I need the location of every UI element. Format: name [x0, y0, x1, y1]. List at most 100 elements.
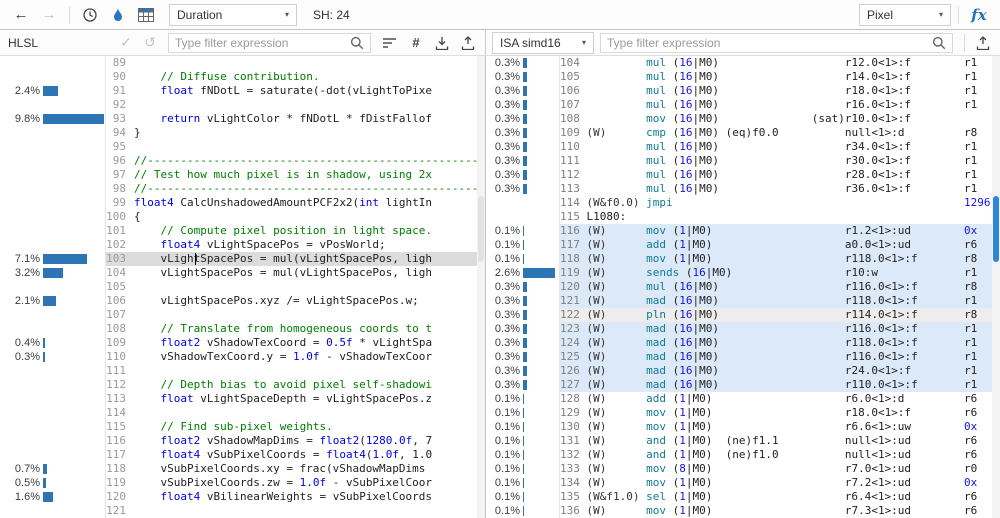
stage-dropdown[interactable]: Pixel ▾ [859, 4, 951, 26]
hlsl-gutter-row [0, 378, 105, 392]
source-line-117[interactable]: 117 float4 vSubPixelCoords = float4(1.0f… [106, 448, 477, 462]
download-button[interactable] [429, 32, 455, 54]
source-line-109[interactable]: 109 float2 vShadowTexCoord = 0.5f * vLig… [106, 336, 477, 350]
sort-lines-button[interactable] [377, 32, 403, 54]
source-line-103[interactable]: 103 vLightSpacePos = mul(vLightSpacePos,… [106, 252, 477, 266]
source-line-97[interactable]: 97// Test how much pixel is in shadow, u… [106, 168, 477, 182]
search-icon[interactable] [344, 32, 370, 54]
isa-line-135[interactable]: 135 (W&f1.0) sel (1|M0) r6.4<1>:ud r6 [560, 490, 992, 504]
isa-line-132[interactable]: 132 (W) and (1|M0) (ne)f1.0 null<1>:ud r… [560, 448, 992, 462]
search-icon[interactable] [926, 32, 952, 54]
isa-line-118[interactable]: 118 (W) mov (1|M0) r118.0<1>:f r8 [560, 252, 992, 266]
source-line-90[interactable]: 90 // Diffuse contribution. [106, 70, 477, 84]
isa-line-120[interactable]: 120 (W) mul (16|M0) r116.0<1>:f r8 [560, 280, 992, 294]
history-button[interactable] [77, 3, 103, 27]
source-line-110[interactable]: 110 vShadowTexCoord.y = 1.0f - vShadowTe… [106, 350, 477, 364]
source-line-94[interactable]: 94} [106, 126, 477, 140]
isa-line-117[interactable]: 117 (W) add (1|M0) a0.0<1>:ud r6 [560, 238, 992, 252]
isa-gutter-row: 0.1% [486, 504, 559, 518]
isa-line-133[interactable]: 133 (W) mov (8|M0) r7.0<1>:ud r0 [560, 462, 992, 476]
isa-scrollbar-thumb[interactable] [993, 196, 999, 262]
export-button[interactable] [455, 32, 481, 54]
source-line-101[interactable]: 101 // Compute pixel position in light s… [106, 224, 477, 238]
source-line-92[interactable]: 92 [106, 98, 477, 112]
source-line-100[interactable]: 100{ [106, 210, 477, 224]
profile-table-button[interactable] [133, 3, 159, 27]
source-line-95[interactable]: 95 [106, 140, 477, 154]
isa-line-125[interactable]: 125 (W) mad (16|M0) r116.0<1>:f r1 [560, 350, 992, 364]
hlsl-gutter-row [0, 420, 105, 434]
hlsl-gutter-row [0, 56, 105, 70]
isa-line-128[interactable]: 128 (W) add (1|M0) r6.0<1>:d r6 [560, 392, 992, 406]
isa-line-121[interactable]: 121 (W) mad (16|M0) r118.0<1>:f r1 [560, 294, 992, 308]
isa-gutter-row: 2.6% [486, 266, 559, 280]
isa-line-126[interactable]: 126 (W) mad (16|M0) r24.0<1>:f r1 [560, 364, 992, 378]
hlsl-filter-input[interactable] [169, 36, 344, 50]
isa-line-108[interactable]: 108 mov (16|M0) (sat)r10.0<1>:f [560, 112, 992, 126]
isa-line-119[interactable]: 119 (W) sends (16|M0) r10:w r1 [560, 266, 992, 280]
isa-line-107[interactable]: 107 mul (16|M0) r16.0<1>:f r1 [560, 98, 992, 112]
duration-bar [523, 450, 524, 460]
source-line-99[interactable]: 99float4 CalcUnshadowedAmountPCF2x2(int … [106, 196, 477, 210]
source-line-96[interactable]: 96//------------------------------------… [106, 154, 477, 168]
isa-line-115[interactable]: 115 L1080: [560, 210, 992, 224]
isa-line-111[interactable]: 111 mul (16|M0) r30.0<1>:f r1 [560, 154, 992, 168]
isa-export-button[interactable] [970, 32, 996, 54]
isa-line-106[interactable]: 106 mul (16|M0) r18.0<1>:f r1 [560, 84, 992, 98]
isa-scrollbar[interactable] [992, 56, 1000, 518]
isa-line-130[interactable]: 130 (W) mov (1|M0) r6.6<1>:uw 0x [560, 420, 992, 434]
isa-line-110[interactable]: 110 mul (16|M0) r34.0<1>:f r1 [560, 140, 992, 154]
isa-line-114[interactable]: 114 (W&f0.0) jmpi 1296 [560, 196, 992, 210]
undo-button[interactable]: ↺ [138, 32, 162, 54]
isa-line-131[interactable]: 131 (W) and (1|M0) (ne)f1.1 null<1>:ud r… [560, 434, 992, 448]
hotspots-button[interactable] [105, 3, 131, 27]
source-line-102[interactable]: 102 float4 vLightSpacePos = vPosWorld; [106, 238, 477, 252]
isa-dropdown[interactable]: ISA simd16 ▾ [492, 32, 594, 54]
metric-dropdown[interactable]: Duration ▾ [169, 4, 297, 26]
isa-line-127[interactable]: 127 (W) mad (16|M0) r110.0<1>:f r1 [560, 378, 992, 392]
source-line-105[interactable]: 105 [106, 280, 477, 294]
hlsl-scrollbar-thumb[interactable] [478, 196, 484, 262]
isa-gutter-row: 0.1% [486, 238, 559, 252]
isa-line-105[interactable]: 105 mul (16|M0) r14.0<1>:f r1 [560, 70, 992, 84]
isa-line-129[interactable]: 129 (W) mov (1|M0) r18.0<1>:f r6 [560, 406, 992, 420]
source-line-114[interactable]: 114 [106, 406, 477, 420]
undo-icon: ↺ [144, 34, 156, 51]
apply-edits-button[interactable]: ✓ [114, 32, 138, 54]
source-line-116[interactable]: 116 float2 vShadowMapDims = float2(1280.… [106, 434, 477, 448]
source-line-89[interactable]: 89 [106, 56, 477, 70]
isa-line-122[interactable]: 122 (W) pln (16|M0) r114.0<1>:f r8 [560, 308, 992, 322]
source-line-104[interactable]: 104 vLightSpacePos = mul(vLightSpacePos,… [106, 266, 477, 280]
source-line-119[interactable]: 119 vSubPixelCoords.zw = 1.0f - vSubPixe… [106, 476, 477, 490]
source-line-120[interactable]: 120 float4 vBilinearWeights = vSubPixelC… [106, 490, 477, 504]
source-line-111[interactable]: 111 [106, 364, 477, 378]
isa-line-112[interactable]: 112 mul (16|M0) r28.0<1>:f r1 [560, 168, 992, 182]
isa-line-113[interactable]: 113 mul (16|M0) r36.0<1>:f r1 [560, 182, 992, 196]
isa-line-124[interactable]: 124 (W) mad (16|M0) r118.0<1>:f r1 [560, 336, 992, 350]
forward-button[interactable]: → [36, 3, 62, 27]
source-line-121[interactable]: 121 [106, 504, 477, 518]
isa-line-134[interactable]: 134 (W) mov (1|M0) r7.2<1>:ud 0x [560, 476, 992, 490]
source-line-118[interactable]: 118 vSubPixelCoords.xy = frac(vShadowMap… [106, 462, 477, 476]
hlsl-scrollbar[interactable] [477, 56, 485, 518]
source-line-106[interactable]: 106 vLightSpacePos.xyz /= vLightSpacePos… [106, 294, 477, 308]
isa-gutter-row: 0.3% [486, 112, 559, 126]
isa-line-116[interactable]: 116 (W) mov (1|M0) r1.2<1>:ud 0x [560, 224, 992, 238]
source-line-115[interactable]: 115 // Find sub-pixel weights. [106, 420, 477, 434]
source-line-98[interactable]: 98//------------------------------------… [106, 182, 477, 196]
source-line-108[interactable]: 108 // Translate from homogeneous coords… [106, 322, 477, 336]
source-line-107[interactable]: 107 [106, 308, 477, 322]
source-line-113[interactable]: 113 float vLightSpaceDepth = vLightSpace… [106, 392, 477, 406]
isa-line-136[interactable]: 136 (W) mov (1|M0) r7.3<1>:ud r6 [560, 504, 992, 518]
hlsl-gutter-row [0, 406, 105, 420]
isa-line-109[interactable]: 109 (W) cmp (16|M0) (eq)f0.0 null<1>:d r… [560, 126, 992, 140]
isa-filter-input[interactable] [601, 36, 926, 50]
source-line-91[interactable]: 91 float fNDotL = saturate(-dot(vLightTo… [106, 84, 477, 98]
back-button[interactable]: ← [8, 3, 34, 27]
fx-button[interactable]: fx [966, 3, 992, 27]
source-line-93[interactable]: 93 return vLightColor * fNDotL * fDistFa… [106, 112, 477, 126]
isa-line-104[interactable]: 104 mul (16|M0) r12.0<1>:f r1 [560, 56, 992, 70]
source-line-112[interactable]: 112 // Depth bias to avoid pixel self-sh… [106, 378, 477, 392]
line-numbers-button[interactable]: # [403, 32, 429, 54]
isa-line-123[interactable]: 123 (W) mad (16|M0) r116.0<1>:f r1 [560, 322, 992, 336]
